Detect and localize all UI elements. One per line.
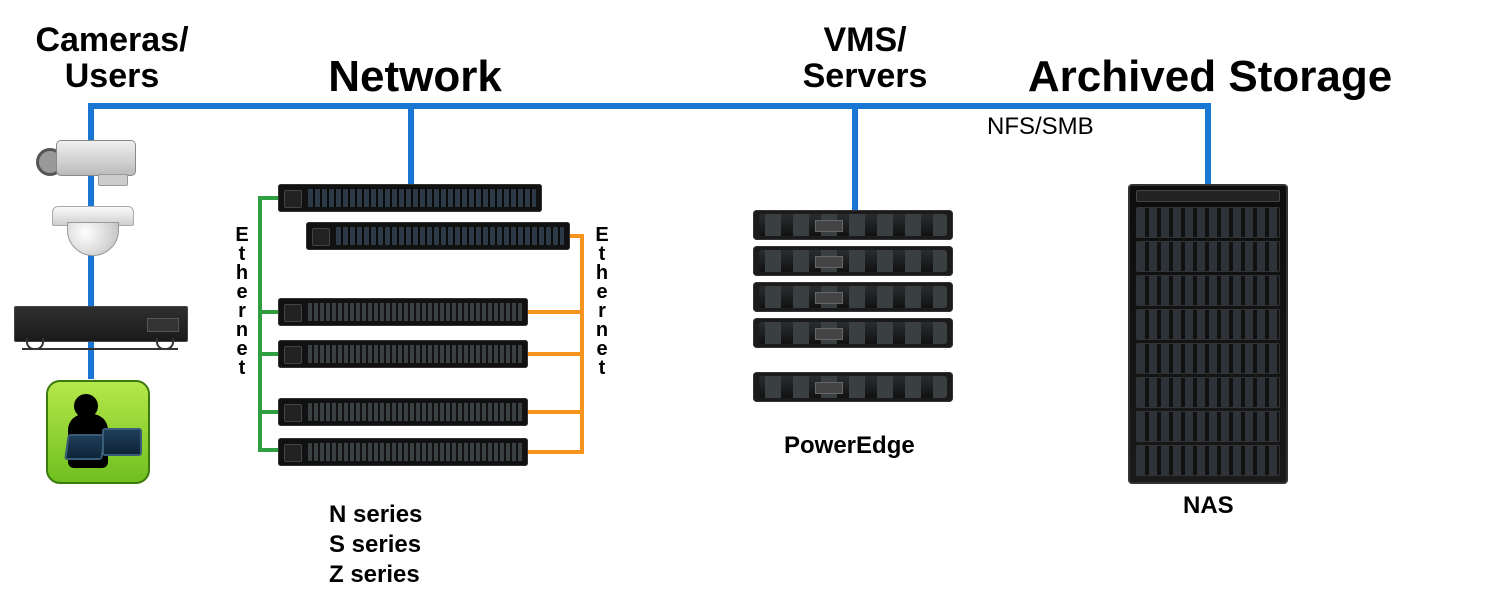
topology-bus-line <box>88 103 1208 109</box>
operator-user-icon <box>46 380 150 484</box>
ethernet-link-orange <box>528 450 584 454</box>
bus-drop-servers <box>852 103 858 210</box>
network-switch-leaf-4 <box>278 438 528 466</box>
poweredge-server-2 <box>753 246 953 276</box>
network-switch-leaf-1 <box>278 298 528 326</box>
switch-series-n: N series <box>329 500 422 530</box>
ip-camera-icon <box>36 134 146 184</box>
title-network: Network <box>310 55 520 99</box>
poweredge-server-5 <box>753 372 953 402</box>
ethernet-link-green <box>258 310 278 314</box>
title-vms: VMS/ Servers <box>760 22 970 94</box>
storage-caption: NAS <box>1183 492 1234 520</box>
ethernet-link-green <box>258 352 278 356</box>
nvr-stand-icon <box>22 340 178 350</box>
switch-series-list: N series S series Z series <box>329 500 422 590</box>
switch-series-s: S series <box>329 530 422 560</box>
ethernet-link-orange <box>528 310 584 314</box>
network-switch-top-1 <box>278 184 542 212</box>
ethernet-label-left: E t h e r n e t <box>232 226 252 378</box>
network-switch-top-2 <box>306 222 570 250</box>
protocol-label-nfs-smb: NFS/SMB <box>987 113 1094 141</box>
poweredge-server-4 <box>753 318 953 348</box>
ethernet-label-right: E t h e r n e t <box>592 226 612 378</box>
bus-drop-network <box>408 103 414 184</box>
switch-series-z: Z series <box>329 560 422 590</box>
nas-storage-rack-icon <box>1128 184 1288 484</box>
nvr-appliance-icon <box>14 306 188 342</box>
ethernet-link-orange <box>528 410 584 414</box>
ethernet-link-orange <box>580 234 584 454</box>
poweredge-server-1 <box>753 210 953 240</box>
dome-camera-dome-icon <box>67 222 119 256</box>
ethernet-link-green <box>258 410 278 414</box>
title-storage: Archived Storage <box>970 55 1450 99</box>
title-cameras: Cameras/ Users <box>0 22 224 94</box>
bus-drop-storage <box>1205 103 1211 184</box>
network-switch-leaf-3 <box>278 398 528 426</box>
servers-caption: PowerEdge <box>784 432 915 460</box>
ethernet-link-green <box>258 448 278 452</box>
network-switch-leaf-2 <box>278 340 528 368</box>
ethernet-link-orange <box>528 352 584 356</box>
poweredge-server-3 <box>753 282 953 312</box>
